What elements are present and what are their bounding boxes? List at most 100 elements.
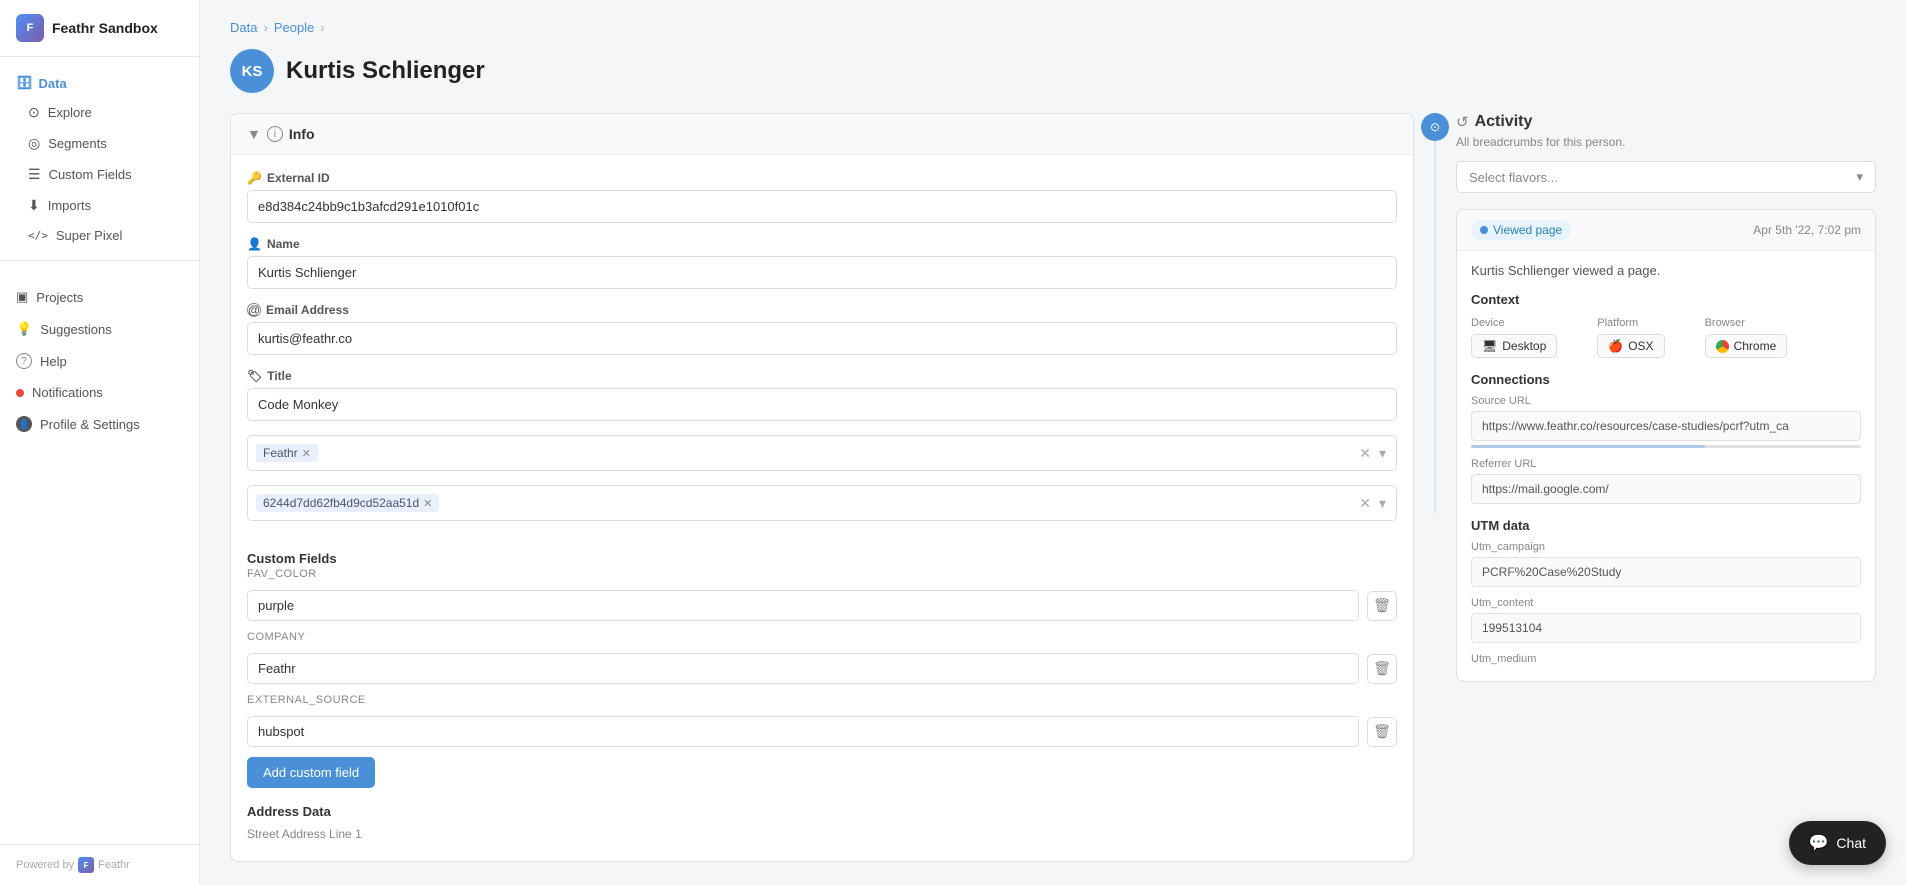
person-name: Kurtis Schlienger — [286, 57, 485, 85]
device-label: Device — [1471, 317, 1557, 329]
custom-fields-subtitle-ext: external_source — [247, 694, 1397, 706]
activity-header: ↺ Activity — [1456, 113, 1876, 131]
activity-title: Activity — [1475, 113, 1533, 131]
context-section: Context Device 🖥 Desktop Platform — [1471, 292, 1861, 358]
database-icon: 🗄 — [16, 75, 33, 91]
sidebar-item-projects[interactable]: ▣ Projects — [0, 281, 199, 313]
viewed-dot — [1480, 226, 1488, 234]
custom-fields-subtitle-company: company — [247, 631, 1397, 643]
sidebar-item-imports[interactable]: ⬇ Imports — [0, 190, 199, 221]
breadcrumb-people[interactable]: People — [274, 20, 314, 35]
title-label: 🏷 Title — [247, 369, 1397, 383]
viewed-badge: Viewed page — [1471, 220, 1571, 240]
custom-fields-subtitle-fav: FAV_COLOR — [247, 568, 1397, 580]
tag-id-remove[interactable]: ✕ — [423, 497, 432, 510]
tag-input-1[interactable]: Feathr ✕ ✕ ▾ — [247, 435, 1397, 471]
sidebar-item-help[interactable]: ? Help — [0, 345, 199, 377]
info-panel: ▼ i Info 🔑 External ID 👤 Name — [230, 113, 1414, 862]
sidebar-item-custom-fields[interactable]: ☰ Custom Fields — [0, 159, 199, 190]
chat-fab[interactable]: 💬 Chat — [1789, 821, 1887, 865]
context-browser: Browser Chrome — [1705, 317, 1788, 358]
imports-icon: ⬇ — [28, 197, 40, 214]
toggle-icon[interactable]: ▼ — [247, 126, 261, 142]
custom-field-row-fav: 🗑 — [247, 590, 1397, 621]
delete-company-button[interactable]: 🗑 — [1367, 654, 1397, 684]
tag-2-controls: ✕ ▾ — [1357, 493, 1388, 514]
apple-icon: 🍎 — [1608, 339, 1623, 353]
content-layout: ▼ i Info 🔑 External ID 👤 Name — [230, 113, 1876, 862]
custom-field-fav-input[interactable] — [247, 590, 1359, 621]
context-grid: Device 🖥 Desktop Platform 🍎 O — [1471, 317, 1861, 358]
url-scroll-thumb — [1471, 445, 1705, 448]
tag-1-dropdown[interactable]: ▾ — [1377, 443, 1388, 464]
delete-ext-button[interactable]: 🗑 — [1367, 717, 1397, 747]
explore-icon: ⊙ — [28, 104, 40, 121]
breadcrumb-data[interactable]: Data — [230, 20, 257, 35]
brand-logo: F — [16, 14, 44, 42]
tag-feathr: Feathr ✕ — [256, 444, 318, 462]
brand-header[interactable]: F Feathr Sandbox — [0, 0, 199, 57]
chat-icon: 💬 — [1809, 833, 1829, 853]
sidebar-item-super-pixel[interactable]: </> Super Pixel — [0, 221, 199, 250]
sidebar-item-profile[interactable]: 👤 Profile & Settings — [0, 408, 199, 440]
tag-input-2[interactable]: 6244d7dd62fb4d9cd52aa51d ✕ ✕ ▾ — [247, 485, 1397, 521]
sidebar: F Feathr Sandbox 🗄 Data ⊙ Explore ◎ Segm… — [0, 0, 200, 885]
add-custom-field-button[interactable]: Add custom field — [247, 757, 375, 788]
platform-label: Platform — [1597, 317, 1664, 329]
activity-history-icon: ↺ — [1456, 113, 1469, 131]
tag-2-dropdown[interactable]: ▾ — [1377, 493, 1388, 514]
notifications-dot — [16, 389, 24, 397]
activity-card-body: Kurtis Schlienger viewed a page. Context… — [1457, 251, 1875, 681]
info-section-title: Info — [289, 126, 315, 142]
title-input[interactable] — [247, 388, 1397, 421]
form-section: 🔑 External ID 👤 Name @ Email Addre — [231, 155, 1413, 551]
email-group: @ Email Address — [247, 303, 1397, 355]
info-icon: i — [267, 126, 283, 142]
sidebar-item-explore[interactable]: ⊙ Explore — [0, 97, 199, 128]
custom-field-ext-input[interactable] — [247, 716, 1359, 747]
sidebar-item-suggestions[interactable]: 💡 Suggestions — [0, 313, 199, 345]
browser-label: Browser — [1705, 317, 1788, 329]
activity-card-header: Viewed page Apr 5th '22, 7:02 pm — [1457, 210, 1875, 251]
external-id-label: 🔑 External ID — [247, 171, 1397, 185]
name-input[interactable] — [247, 256, 1397, 289]
delete-fav-button[interactable]: 🗑 — [1367, 591, 1397, 621]
activity-description: Kurtis Schlienger viewed a page. — [1471, 263, 1861, 278]
utm-title: UTM data — [1471, 518, 1861, 533]
info-section-header: ▼ i Info — [231, 114, 1413, 155]
profile-icon: 👤 — [16, 416, 32, 432]
chat-label: Chat — [1836, 835, 1866, 851]
source-url-label: Source URL — [1471, 395, 1861, 407]
name-group: 👤 Name — [247, 237, 1397, 289]
device-value: 🖥 Desktop — [1471, 334, 1557, 358]
tag-row-2-group: 6244d7dd62fb4d9cd52aa51d ✕ ✕ ▾ — [247, 485, 1397, 521]
title-label-icon: 🏷 — [247, 369, 262, 383]
sidebar-footer: Powered by F Feathr — [0, 844, 199, 885]
sidebar-item-segments[interactable]: ◎ Segments — [0, 128, 199, 159]
sidebar-item-notifications[interactable]: Notifications — [0, 377, 199, 408]
sidebar-divider — [0, 260, 199, 261]
flavor-select[interactable]: Select flavors... ▾ — [1456, 161, 1876, 193]
sidebar-section-data[interactable]: 🗄 Data — [0, 69, 199, 97]
activity-card: Viewed page Apr 5th '22, 7:02 pm Kurtis … — [1456, 209, 1876, 682]
url-scrollbar[interactable] — [1471, 445, 1861, 448]
flavor-chevron-icon: ▾ — [1856, 169, 1863, 185]
email-input[interactable] — [247, 322, 1397, 355]
street-address-label: Street Address Line 1 — [247, 827, 1397, 841]
activity-panel: ↺ Activity All breadcrumbs for this pers… — [1456, 113, 1876, 682]
tag-2-clear[interactable]: ✕ — [1357, 493, 1373, 514]
tag-row-1-group: Feathr ✕ ✕ ▾ — [247, 435, 1397, 471]
context-title: Context — [1471, 292, 1861, 307]
viewed-label: Viewed page — [1493, 223, 1562, 237]
source-url-value: https://www.feathr.co/resources/case-stu… — [1471, 411, 1861, 441]
tag-1-clear[interactable]: ✕ — [1357, 443, 1373, 464]
platform-value: 🍎 OSX — [1597, 334, 1664, 358]
custom-field-row-ext: 🗑 — [247, 716, 1397, 747]
brand-name: Feathr Sandbox — [52, 20, 158, 36]
custom-field-company-input[interactable] — [247, 653, 1359, 684]
help-icon: ? — [16, 353, 32, 369]
tag-feathr-remove[interactable]: ✕ — [302, 447, 311, 460]
utm-content-value: 199513104 — [1471, 613, 1861, 643]
flavor-placeholder: Select flavors... — [1469, 170, 1558, 185]
external-id-input[interactable] — [247, 190, 1397, 223]
